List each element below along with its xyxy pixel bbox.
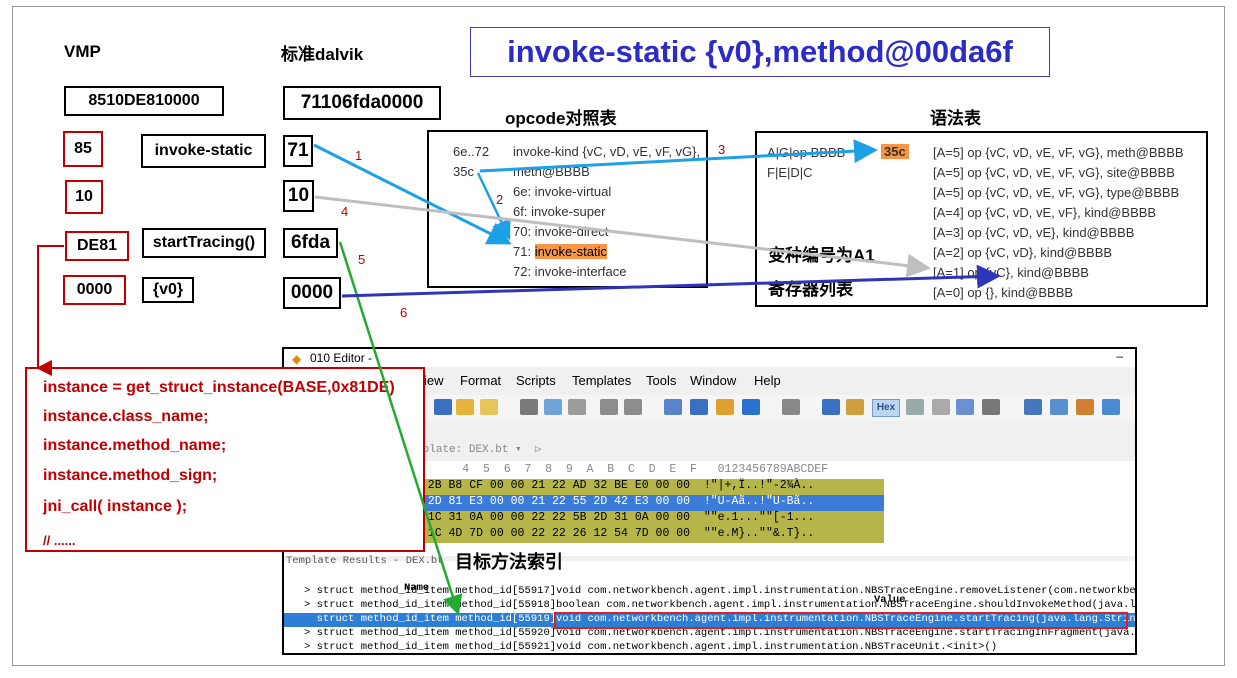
arrow-4	[314, 195, 931, 278]
vmp-dispatch-arrow	[36, 245, 64, 376]
arrow-number-1: 1	[355, 148, 363, 163]
arrow-number-6: 6	[400, 305, 408, 320]
arrow-3	[479, 139, 878, 173]
arrow-number-5: 5	[358, 252, 366, 267]
arrows-overlay	[36, 139, 1001, 616]
arrow-5	[338, 241, 463, 616]
arrow-6	[341, 264, 1001, 298]
arrow-number-2: 2	[496, 192, 504, 207]
arrow-number-3: 3	[718, 142, 726, 157]
arrow-number-4: 4	[341, 204, 349, 219]
arrow-1	[313, 143, 512, 245]
